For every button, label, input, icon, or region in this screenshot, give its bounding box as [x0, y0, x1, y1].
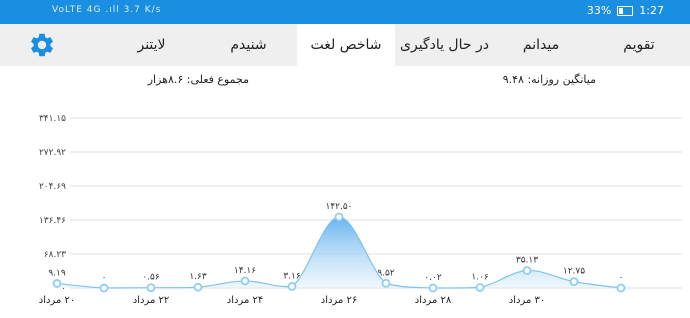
gear-icon [31, 33, 53, 57]
value-label: ۳۵.۱۳ [516, 255, 538, 265]
value-label: ۱.۰۶ [471, 272, 489, 282]
daily-average: میانگین روزانه: ۹.۴۸ [502, 73, 596, 86]
data-point[interactable] [616, 283, 626, 293]
network-indicators: VoLTE 4G .ıll 3.7 K/s [52, 5, 162, 15]
data-point[interactable] [99, 283, 109, 293]
value-label: ۹.۵۲ [377, 268, 395, 278]
tab-known[interactable]: میدانم [494, 24, 588, 66]
y-tick-label: ۶۸.۲۳ [44, 250, 66, 260]
value-label: ۱۴۲.۵۰ [325, 202, 352, 212]
x-axis-label: ۲۲ مرداد [133, 295, 170, 306]
value-label: ۱۴.۱۶ [234, 266, 256, 276]
battery-percent: 33% [586, 4, 612, 17]
value-label: ۰ [619, 273, 624, 283]
data-point[interactable] [381, 278, 391, 288]
data-point[interactable] [475, 283, 485, 292]
data-point[interactable] [287, 282, 297, 291]
data-point[interactable] [522, 266, 532, 275]
x-axis-label: ۲۶ مرداد [321, 295, 358, 306]
tab-heard[interactable]: شنیدم [200, 24, 297, 66]
data-point[interactable] [428, 283, 438, 293]
tab-word-index[interactable]: شاخص لغت [297, 24, 395, 66]
battery-icon [617, 5, 634, 16]
value-label: ۱.۶۳ [189, 272, 207, 282]
y-tick-label: ۳۴۱.۱۵ [39, 114, 66, 124]
data-point[interactable] [240, 276, 250, 286]
x-axis-labels: ۲۰ مرداد ۲۲ مرداد ۲۴ مرداد ۲۶ مرداد ۲۸ مرداد… [39, 295, 546, 306]
data-point[interactable] [146, 283, 156, 293]
tab-bar: تقویم میدانم در حال یادگیری شاخص لغت شنی… [0, 24, 690, 66]
status-right: 33% 1:27 [587, 4, 664, 17]
status-bar: VoLTE 4G .ıll 3.7 K/s 33% 1:27 [0, 0, 690, 24]
settings-button[interactable] [26, 30, 58, 60]
value-label: ۳.۱۶ [283, 271, 301, 281]
y-tick-label: ۱۳۶.۴۶ [39, 216, 66, 226]
x-axis-label: ۲۴ مرداد [227, 295, 264, 306]
y-axis-ticks: ۰۶۸.۲۳۱۳۶.۴۶۲۰۴.۶۹۲۷۲.۹۲۳۴۱.۱۵ [39, 114, 66, 294]
y-tick-label: ۲۰۴.۶۹ [39, 182, 66, 192]
x-axis-label: ۲۰ مرداد [39, 295, 76, 306]
data-point[interactable] [334, 212, 344, 222]
value-label: ۰ [102, 273, 107, 283]
value-label: ۱۲.۷۵ [563, 267, 585, 277]
actual-total: مجموع فعلی: ۸.۶هزار [147, 73, 249, 86]
y-tick-label: ۲۷۲.۹۲ [39, 148, 66, 158]
tab-learning[interactable]: در حال یادگیری [395, 24, 494, 66]
data-point[interactable] [569, 277, 579, 287]
stats-row: میانگین روزانه: ۹.۴۸ مجموع فعلی: ۸.۶هزار [0, 66, 690, 94]
value-label: ۰.۰۲ [424, 273, 442, 283]
grid-lines [70, 117, 682, 289]
tab-calendar[interactable]: تقویم [588, 24, 690, 66]
value-label: ۹.۱۹ [48, 268, 66, 278]
x-axis-label: ۲۸ مرداد [415, 295, 452, 306]
x-axis-label: ۳۰ مرداد [509, 295, 546, 306]
data-point[interactable] [52, 279, 62, 288]
tab-leitner[interactable]: لایتنر [103, 24, 200, 66]
value-label: ۰.۵۶ [142, 273, 160, 283]
word-index-chart: ۰ ۶۸.۲۳ ۱۳۶.۴۶ ۲۰۴.۶۹ ۲۷۲.۹۲ ۳۴۱.۱۵ ۹.۱۹ ۰ ۰.۵۶… [39, 114, 682, 306]
clock: 1:27 [639, 4, 664, 17]
data-point[interactable] [193, 282, 203, 292]
